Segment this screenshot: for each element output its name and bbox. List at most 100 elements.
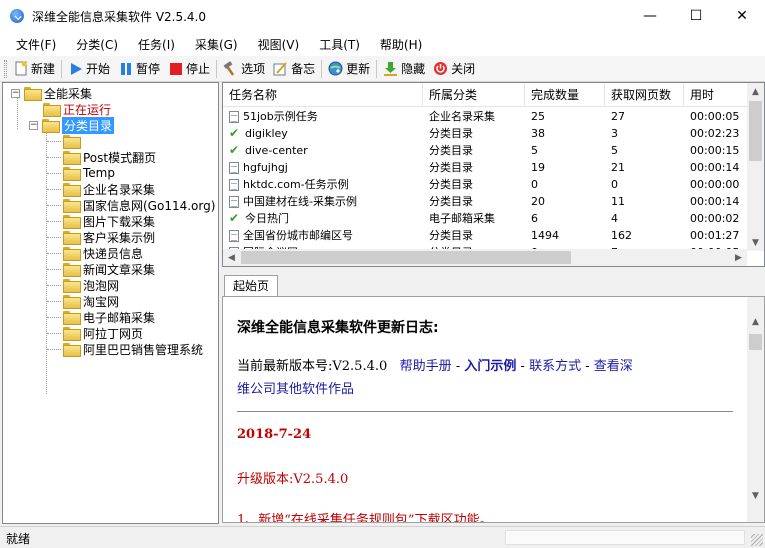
tree-node-running[interactable]: 正在运行 <box>43 101 111 117</box>
menu-task[interactable]: 任务(I) <box>128 36 185 53</box>
tree-node-label: 淘宝网 <box>83 294 120 309</box>
download-icon <box>383 61 398 76</box>
intro-example-link[interactable]: 入门示例 <box>464 359 516 374</box>
scroll-up-icon[interactable]: ▲ <box>747 313 764 330</box>
table-row[interactable]: 全国省份城市邮编区号 分类目录 1494 162 00:01:27 <box>223 227 748 244</box>
category-tree[interactable]: − 全能采集 正在运行 − 分类目录 Post模式翻页 Temp 企业名录采集 … <box>2 82 219 524</box>
scroll-right-icon[interactable]: ▶ <box>730 249 747 266</box>
task-name-text: 全国省份城市邮编区号 <box>243 229 353 242</box>
doc-vertical-scrollbar[interactable]: ▲ ▼ <box>747 297 764 522</box>
link-separator: - <box>520 359 525 374</box>
table-row[interactable]: hktdc.com-任务示例 分类目录 0 0 00:00:00 <box>223 176 748 193</box>
cell-category: 分类目录 <box>429 127 473 140</box>
notepad-icon <box>273 61 288 76</box>
cell-time: 00:00:14 <box>690 195 740 208</box>
tree-node-label: 阿里巴巴销售管理系统 <box>83 342 204 357</box>
scroll-down-icon[interactable]: ▼ <box>747 234 764 251</box>
cell-pages: 3 <box>611 127 618 140</box>
tab-start-page[interactable]: 起始页 <box>224 275 279 297</box>
grid-vertical-scrollbar[interactable]: ▲ ▼ <box>747 83 764 251</box>
tree-item[interactable]: 泡泡网 <box>63 277 119 293</box>
maximize-button[interactable]: ☐ <box>673 0 719 32</box>
stop-button[interactable]: 停止 <box>164 58 214 80</box>
tree-item[interactable]: 淘宝网 <box>63 293 119 309</box>
document-icon <box>229 110 239 123</box>
tree-item[interactable]: Post模式翻页 <box>63 149 156 165</box>
tree-item[interactable] <box>63 133 83 149</box>
collapse-icon[interactable]: − <box>11 88 20 98</box>
close-button[interactable]: ✕ <box>719 0 765 32</box>
column-header-pages[interactable]: 获取网页数 <box>605 83 684 107</box>
folder-icon <box>42 119 60 133</box>
tree-node-root[interactable]: − 全能采集 <box>11 85 92 101</box>
pause-button[interactable]: 暂停 <box>114 58 164 80</box>
new-button[interactable]: 新建 <box>9 58 59 80</box>
cell-time: 00:00:00 <box>690 178 740 191</box>
table-row[interactable]: 51job示例任务 企业名录采集 25 27 00:00:05 <box>223 108 748 125</box>
menu-tools[interactable]: 工具(T) <box>309 36 370 53</box>
tree-item[interactable]: 企业名录采集 <box>63 181 155 197</box>
tree-item[interactable]: 新闻文章采集 <box>63 261 155 277</box>
app-icon[interactable] <box>10 9 24 23</box>
scroll-up-icon[interactable]: ▲ <box>747 83 764 100</box>
options-button[interactable]: 选项 <box>219 58 269 80</box>
tree-item[interactable]: 阿拉丁网页 <box>63 325 143 341</box>
scroll-down-icon[interactable]: ▼ <box>747 487 764 504</box>
column-header-category[interactable]: 所属分类 <box>423 83 525 107</box>
changelog-title: 深维全能信息采集软件更新日志: <box>237 320 439 336</box>
new-icon <box>13 61 28 76</box>
contact-link[interactable]: 联系方式 <box>529 359 581 374</box>
stop-label: 停止 <box>186 62 211 76</box>
tree-item[interactable]: 快递员信息 <box>63 245 143 261</box>
scroll-thumb[interactable] <box>749 101 762 161</box>
menu-file[interactable]: 文件(F) <box>6 36 66 53</box>
collapse-icon[interactable]: − <box>29 120 38 130</box>
table-row[interactable]: ✔ dive-center 分类目录 5 5 00:00:15 <box>223 142 748 159</box>
menu-category[interactable]: 分类(C) <box>66 36 128 53</box>
menu-view[interactable]: 视图(V) <box>248 36 310 53</box>
folder-icon <box>63 167 81 181</box>
table-row[interactable]: ✔ digikley 分类目录 38 3 00:02:23 <box>223 125 748 142</box>
tree-line <box>47 285 61 286</box>
tree-item[interactable]: Temp <box>63 165 115 181</box>
table-row[interactable]: hgfujhgj 分类目录 19 21 00:00:14 <box>223 159 748 176</box>
resize-grip[interactable] <box>751 534 763 546</box>
column-header-time[interactable]: 用时 <box>684 83 748 107</box>
column-header-done[interactable]: 完成数量 <box>525 83 605 107</box>
close-tool-button[interactable]: 关闭 <box>429 58 479 80</box>
tree-item[interactable]: 阿里巴巴销售管理系统 <box>63 341 203 357</box>
menu-collect[interactable]: 采集(G) <box>185 36 248 53</box>
grid-horizontal-scrollbar[interactable]: ◀ ▶ <box>223 249 747 266</box>
power-icon <box>433 61 448 76</box>
minimize-button[interactable]: — <box>627 0 673 32</box>
scroll-left-icon[interactable]: ◀ <box>223 249 240 266</box>
column-header-name[interactable]: 任务名称 <box>223 83 423 107</box>
scroll-thumb[interactable] <box>241 251 571 264</box>
cell-time: 00:00:05 <box>690 110 740 123</box>
table-row[interactable]: ✔ 今日热门 电子邮箱采集 6 4 00:00:02 <box>223 210 748 227</box>
tree-item[interactable]: 电子邮箱采集 <box>63 309 155 325</box>
check-icon: ✔ <box>229 126 240 140</box>
backup-button[interactable]: 备忘 <box>269 58 319 80</box>
tree-node-label: 快递员信息 <box>83 246 144 261</box>
other-software-link-b[interactable]: 维公司其他软件作品 <box>237 378 354 397</box>
task-name-text: hktdc.com-任务示例 <box>243 178 349 191</box>
tree-node-label: Temp <box>83 166 115 180</box>
tree-item[interactable]: 国家信息网(Go114.org) <box>63 197 215 213</box>
start-button[interactable]: 开始 <box>64 58 114 80</box>
task-grid[interactable]: 任务名称 所属分类 完成数量 获取网页数 用时 51job示例任务 企业名录采集 2… <box>222 82 765 267</box>
tree-line <box>47 173 61 174</box>
tree-node-category[interactable]: − 分类目录 <box>29 116 115 134</box>
tree-item[interactable]: 客户采集示例 <box>63 229 155 245</box>
help-manual-link[interactable]: 帮助手册 <box>400 359 452 374</box>
table-row[interactable]: 中国建材在线-采集示例 分类目录 20 11 00:00:14 <box>223 193 748 210</box>
scroll-thumb[interactable] <box>749 334 762 350</box>
tree-item[interactable]: 图片下载采集 <box>63 213 155 229</box>
tree-node-label: 泡泡网 <box>83 278 120 293</box>
hide-button[interactable]: 隐藏 <box>379 58 429 80</box>
toolbar-grip[interactable] <box>4 59 7 78</box>
update-button[interactable]: 更新 <box>324 58 374 80</box>
other-software-link-a[interactable]: 查看深 <box>594 359 633 374</box>
menu-help[interactable]: 帮助(H) <box>370 36 432 53</box>
cell-category: 企业名录采集 <box>429 110 495 123</box>
